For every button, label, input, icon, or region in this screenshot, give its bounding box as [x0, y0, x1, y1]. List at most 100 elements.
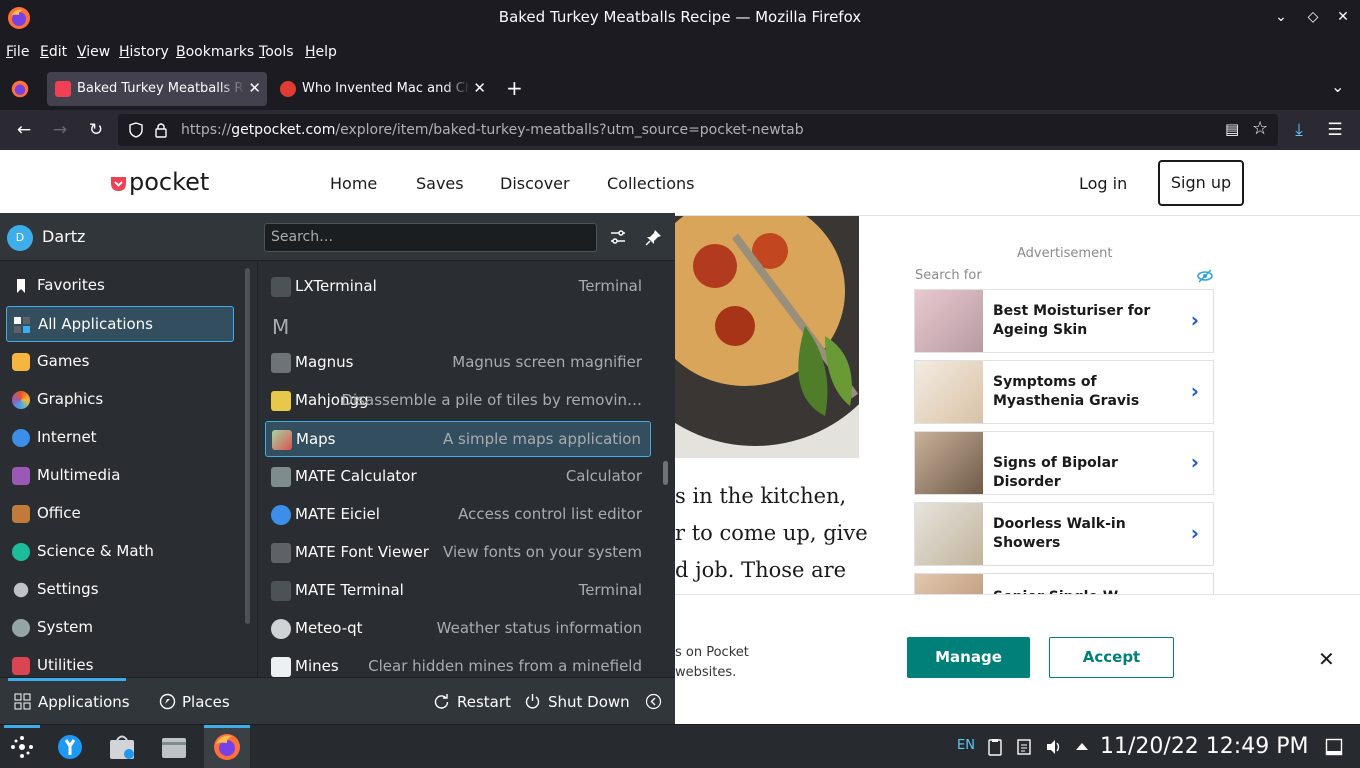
category-settings[interactable]: Settings: [6, 572, 234, 608]
ad-item[interactable]: Best Moisturiser for Ageing Skin ›: [914, 289, 1214, 353]
shield-icon[interactable]: [128, 122, 144, 138]
pocket-header: pocket Home Saves Discover Collections L…: [0, 150, 1360, 216]
chevron-left-circle-icon[interactable]: [645, 693, 662, 710]
menu-history[interactable]: History: [119, 44, 169, 60]
bookmark-star-icon[interactable]: ☆: [1252, 118, 1268, 139]
minimize-button[interactable]: ⌄: [1272, 8, 1290, 26]
category-scrollbar[interactable]: [245, 268, 250, 624]
close-tab-icon[interactable]: ✕: [473, 79, 486, 97]
menu-edit[interactable]: Edit: [40, 44, 67, 60]
category-favorites[interactable]: Favorites: [6, 268, 234, 304]
system-settings-icon[interactable]: [55, 732, 85, 762]
menu-help[interactable]: Help: [305, 44, 337, 60]
new-tab-icon[interactable]: +: [506, 76, 523, 100]
tab-label: Baked Turkey Meatballs Recipe | Pocket: [77, 81, 245, 96]
reader-view-icon[interactable]: ▤: [1225, 120, 1239, 138]
restart-icon: [434, 694, 449, 709]
app-meteo-qt[interactable]: Meteo-qt Weather status information: [265, 611, 651, 647]
category-multimedia[interactable]: Multimedia: [6, 458, 234, 494]
applications-tab[interactable]: Applications: [38, 693, 130, 711]
user-icon: [271, 505, 291, 525]
tab-mac-and-cheese[interactable]: Who Invented Mac and Cheese? ✕: [272, 72, 492, 106]
launcher-search-input[interactable]: Search…: [264, 223, 597, 252]
briefcase-icon: [12, 505, 30, 523]
ad-choices-icon[interactable]: [1197, 268, 1213, 284]
app-mate-calculator[interactable]: MATE Calculator Calculator: [265, 459, 651, 495]
app-menu-icon[interactable]: ☰: [1324, 119, 1346, 141]
application-launcher-icon[interactable]: [7, 732, 37, 762]
app-mines[interactable]: Mines Clear hidden mines from a minefiel…: [265, 649, 651, 677]
back-icon[interactable]: ←: [13, 119, 35, 141]
discover-store-icon[interactable]: [107, 732, 137, 762]
url-text[interactable]: https://getpocket.com/explore/item/baked…: [181, 122, 804, 138]
keyboard-layout-indicator[interactable]: EN: [957, 738, 975, 753]
tab-pocket[interactable]: Baked Turkey Meatballs Recipe | Pocket ✕: [47, 72, 267, 106]
maximize-button[interactable]: ◇: [1304, 8, 1322, 26]
category-system[interactable]: System: [6, 610, 234, 646]
reload-icon[interactable]: ↻: [85, 119, 107, 141]
ad-thumbnail: [915, 503, 983, 565]
login-link[interactable]: Log in: [1079, 174, 1127, 193]
app-maps[interactable]: Maps A simple maps application: [265, 421, 651, 457]
nav-saves[interactable]: Saves: [416, 174, 464, 193]
file-manager-icon[interactable]: [159, 732, 189, 762]
category-games[interactable]: Games: [6, 344, 234, 380]
avatar[interactable]: D: [7, 225, 33, 251]
nav-discover[interactable]: Discover: [490, 174, 580, 216]
apps-scrollbar[interactable]: [663, 461, 668, 485]
pocket-logo[interactable]: pocket: [110, 168, 209, 196]
category-all-applications[interactable]: All Applications: [6, 306, 234, 342]
nav-home[interactable]: Home: [330, 174, 377, 193]
app-magnus[interactable]: Magnus Magnus screen magnifier: [265, 345, 651, 381]
app-mate-font-viewer[interactable]: MATE Font Viewer View fonts on your syst…: [265, 535, 651, 571]
close-cookie-banner-icon[interactable]: ✕: [1318, 647, 1335, 671]
signup-button[interactable]: Sign up: [1158, 160, 1244, 206]
ad-item[interactable]: Symptoms of Myasthenia Gravis ›: [914, 360, 1214, 424]
configure-icon[interactable]: [609, 228, 627, 246]
close-tab-icon[interactable]: ✕: [248, 79, 261, 97]
downloads-icon[interactable]: ⤓: [1288, 119, 1310, 141]
category-utilities[interactable]: Utilities: [6, 648, 234, 677]
clipboard-icon[interactable]: [986, 738, 1004, 756]
places-tab[interactable]: Places: [182, 693, 230, 711]
category-office[interactable]: Office: [6, 496, 234, 532]
article-hero-image: [675, 216, 859, 458]
settings-icon: [13, 582, 29, 598]
show-desktop-icon[interactable]: [1325, 738, 1343, 756]
url-bar[interactable]: https://getpocket.com/explore/item/baked…: [118, 114, 1278, 146]
pin-icon[interactable]: [645, 228, 663, 246]
firefox-view-icon[interactable]: [11, 80, 29, 98]
forward-icon[interactable]: →: [49, 119, 71, 141]
category-internet[interactable]: Internet: [6, 420, 234, 456]
firefox-task-icon[interactable]: [212, 732, 242, 762]
lock-icon[interactable]: [154, 122, 168, 138]
app-mate-terminal[interactable]: MATE Terminal Terminal: [265, 573, 651, 609]
ad-item-text: Best Moisturiser for Ageing Skin: [993, 303, 1151, 338]
notes-icon[interactable]: [1016, 738, 1032, 756]
category-graphics[interactable]: Graphics: [6, 382, 234, 418]
nav-collections[interactable]: Collections: [607, 174, 694, 193]
category-science-math[interactable]: Science & Math: [6, 534, 234, 570]
clock[interactable]: 11/20/22 12:49 PM: [1100, 734, 1308, 759]
mines-icon: [271, 657, 291, 677]
menu-tools[interactable]: Tools: [259, 44, 294, 60]
restart-button[interactable]: Restart: [457, 693, 511, 711]
chevron-right-icon: ›: [1190, 450, 1199, 474]
shutdown-button[interactable]: Shut Down: [548, 693, 630, 711]
ad-item[interactable]: Signs of Bipolar Disorder ›: [914, 431, 1214, 495]
accept-cookies-button[interactable]: Accept: [1049, 637, 1174, 678]
close-window-button[interactable]: ✕: [1334, 8, 1352, 26]
menu-bookmarks[interactable]: Bookmarks: [176, 44, 254, 60]
magnifier-icon: [271, 353, 291, 373]
ad-item[interactable]: Doorless Walk-in Showers ›: [914, 502, 1214, 566]
volume-icon[interactable]: [1045, 738, 1063, 756]
show-hidden-icons-icon[interactable]: [1075, 740, 1089, 752]
list-all-tabs-icon[interactable]: ⌄: [1331, 77, 1344, 96]
manage-cookies-button[interactable]: Manage: [907, 637, 1030, 678]
taskbar-active-indicator: [204, 725, 250, 728]
menu-view[interactable]: View: [77, 44, 110, 60]
app-mate-eiciel[interactable]: MATE Eiciel Access control list editor: [265, 497, 651, 533]
menu-file[interactable]: File: [6, 44, 29, 60]
app-lxterminal[interactable]: LXTerminal Terminal: [265, 269, 651, 305]
app-mahjongg[interactable]: Mahjongg Disassemble a pile of tiles by …: [265, 383, 651, 419]
